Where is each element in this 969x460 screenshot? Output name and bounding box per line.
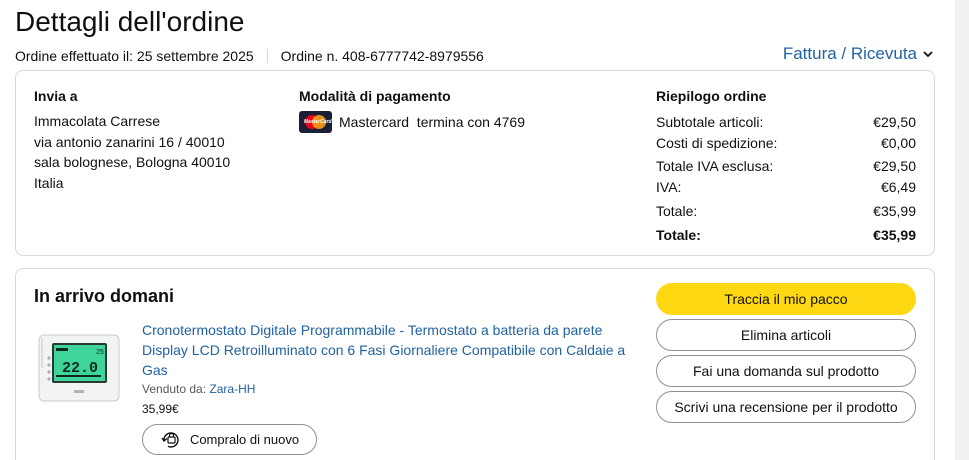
write-review-button[interactable]: Scrivi una recensione per il prodotto [656, 391, 916, 423]
buy-again-label: Compralo di nuovo [189, 432, 300, 447]
summary-heading: Riepilogo ordine [656, 88, 767, 104]
card-description: Mastercard termina con 4769 [339, 114, 525, 130]
order-summary-card: Invia a Immacolata Carrese via antonio z… [15, 70, 935, 256]
product-title-link[interactable]: Cronotermostato Digitale Programmabile -… [142, 320, 632, 380]
order-number: Ordine n. 408-6777742-8979556 [280, 48, 484, 64]
summary-row: Subtotale articoli: €29,50 [656, 111, 916, 132]
seller-link[interactable]: Zara-HH [209, 382, 255, 396]
payment-heading: Modalità di pagamento [299, 88, 451, 104]
summary-total-value: €35,99 [873, 226, 916, 243]
buy-again-button[interactable]: Compralo di nuovo [142, 424, 317, 455]
summary-value: €0,00 [880, 134, 916, 151]
shipping-address: Immacolata Carrese via antonio zanarini … [34, 111, 230, 193]
thermostat-temp: 22.0 [62, 360, 98, 377]
summary-value: €6,49 [880, 178, 916, 195]
payment-method: MasterCard Mastercard termina con 4769 [299, 111, 525, 133]
ask-question-label: Fai una domanda sul prodotto [692, 363, 879, 379]
remove-items-button[interactable]: Elimina articoli [656, 319, 916, 351]
sold-by-label: Venduto da: [142, 382, 207, 396]
shipment-card: In arrivo domani 22.0 25 Cronotermostato… [15, 268, 935, 460]
summary-row: Totale IVA esclusa: €29,50 [656, 155, 916, 176]
seller-info: Venduto da: Zara-HH [142, 382, 255, 396]
summary-label: Subtotale articoli: [656, 113, 764, 130]
track-package-label: Traccia il mio pacco [724, 291, 848, 307]
delivery-status: In arrivo domani [34, 286, 175, 306]
address-line: Immacolata Carrese [34, 113, 161, 129]
invoice-dropdown[interactable]: Fattura / Ricevuta [783, 44, 933, 64]
page-title: Dettagli dell'ordine [15, 6, 245, 37]
write-review-label: Scrivi una recensione per il prodotto [674, 399, 898, 415]
mastercard-logo-text: MasterCard [304, 119, 332, 125]
meta-divider [266, 49, 268, 63]
summary-value: €35,99 [873, 202, 916, 219]
summary-label: Totale IVA esclusa: [656, 157, 774, 174]
order-meta: Ordine effettuato il: 25 settembre 2025 … [15, 48, 484, 64]
summary-table: Subtotale articoli: €29,50 Costi di sped… [656, 111, 916, 245]
summary-label: Costi di spedizione: [656, 134, 778, 151]
summary-row: Totale: €35,99 [656, 200, 916, 221]
product-image[interactable]: 22.0 25 [38, 334, 120, 404]
summary-value: €29,50 [873, 113, 916, 130]
summary-row: IVA: €6,49 [656, 176, 916, 197]
invoice-link-label: Fattura / Ricevuta [782, 44, 917, 63]
thermostat-small-readout: 25 [96, 349, 104, 356]
remove-items-label: Elimina articoli [740, 327, 832, 343]
chevron-down-icon [923, 51, 933, 58]
address-line: Italia [34, 174, 64, 191]
order-date: Ordine effettuato il: 25 settembre 2025 [15, 48, 254, 64]
summary-value: €29,50 [873, 157, 916, 174]
summary-total-label: Totale: [656, 226, 701, 243]
ask-question-button[interactable]: Fai una domanda sul prodotto [656, 355, 916, 387]
shipping-heading: Invia a [34, 88, 78, 104]
product-price: 35,99€ [142, 402, 179, 416]
summary-label: Totale: [656, 202, 698, 219]
buy-again-icon [161, 431, 179, 448]
scrollbar[interactable] [955, 0, 969, 460]
summary-label: IVA: [656, 178, 682, 195]
summary-row: Costi di spedizione: €0,00 [656, 132, 916, 153]
mastercard-icon: MasterCard [299, 111, 332, 133]
address-line: sala bolognese, Bologna 40010 [34, 154, 231, 170]
track-package-button[interactable]: Traccia il mio pacco [656, 283, 916, 315]
address-line: via antonio zanarini 16 / 40010 [34, 133, 225, 150]
summary-total-row: Totale: €35,99 [656, 224, 916, 245]
